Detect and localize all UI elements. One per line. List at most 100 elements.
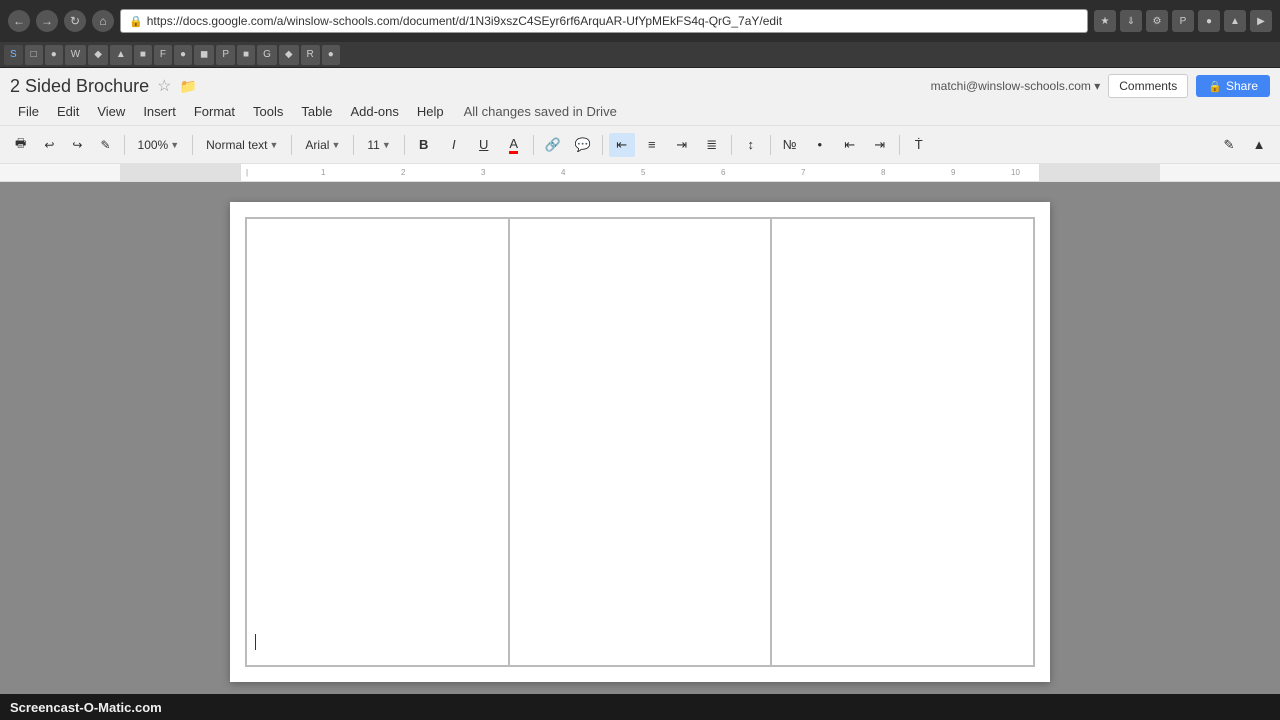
ruler-mark-6: 6 bbox=[721, 168, 725, 177]
bottom-bar: Screencast-O-Matic.com bbox=[0, 694, 1280, 720]
menu-format[interactable]: Format bbox=[186, 100, 243, 123]
ext-item-16[interactable]: ● bbox=[322, 45, 340, 65]
bullet-list-button[interactable]: • bbox=[807, 133, 833, 157]
text-color-button[interactable]: A bbox=[501, 133, 527, 157]
star-icon[interactable]: ☆ bbox=[157, 76, 171, 96]
zoom-select[interactable]: 100% ▼ bbox=[131, 134, 187, 156]
more-tools-icon: ▲ bbox=[1253, 137, 1266, 152]
folder-icon[interactable]: 📁 bbox=[179, 78, 196, 95]
ext-item-6[interactable]: ▲ bbox=[110, 45, 132, 65]
ruler-mark-8: 8 bbox=[881, 168, 885, 177]
ext-item-8[interactable]: F bbox=[154, 45, 172, 65]
ext-item-14[interactable]: ◆ bbox=[279, 45, 299, 65]
bold-button[interactable]: B bbox=[411, 133, 437, 157]
branding-text: Screencast-O-Matic.com bbox=[10, 700, 162, 715]
clear-format-button[interactable]: Ṫ bbox=[906, 133, 932, 157]
separator-1 bbox=[124, 135, 125, 155]
ext-item-15[interactable]: R bbox=[301, 45, 320, 65]
table-cell-2[interactable] bbox=[509, 218, 772, 666]
ruler-mark-5: 5 bbox=[641, 168, 645, 177]
insert-comment-button[interactable]: 💬 bbox=[570, 133, 596, 157]
ext-item-10[interactable]: ◼ bbox=[194, 45, 214, 65]
zoom-value: 100% bbox=[138, 138, 169, 152]
align-right-button[interactable]: ⇥ bbox=[669, 133, 695, 157]
increase-indent-button[interactable]: ⇥ bbox=[867, 133, 893, 157]
decrease-indent-button[interactable]: ⇤ bbox=[837, 133, 863, 157]
ruler-left-margin bbox=[120, 164, 240, 181]
downloads-icon[interactable]: ⇓ bbox=[1120, 10, 1142, 32]
align-center-button[interactable]: ≡ bbox=[639, 133, 665, 157]
underline-button[interactable]: U bbox=[471, 133, 497, 157]
font-size-dropdown-arrow: ▼ bbox=[382, 140, 391, 150]
ext-item-11[interactable]: P bbox=[216, 45, 235, 65]
pen-tool-button[interactable]: ✎ bbox=[1216, 133, 1242, 157]
home-button[interactable]: ⌂ bbox=[92, 10, 114, 32]
ext-item-7[interactable]: ■ bbox=[134, 45, 152, 65]
table-cell-3[interactable] bbox=[771, 218, 1034, 666]
extension4-icon[interactable]: ▶ bbox=[1250, 10, 1272, 32]
ext-item-13[interactable]: G bbox=[257, 45, 277, 65]
ext-item-9[interactable]: ● bbox=[174, 45, 192, 65]
ext-item-12[interactable]: ■ bbox=[237, 45, 255, 65]
more-tools-button[interactable]: ▲ bbox=[1246, 133, 1272, 157]
style-select[interactable]: Normal text ▼ bbox=[199, 134, 285, 156]
menu-edit[interactable]: Edit bbox=[49, 100, 87, 123]
insert-link-button[interactable]: 🔗 bbox=[540, 133, 566, 157]
line-spacing-icon: ↕ bbox=[748, 137, 755, 152]
share-label: Share bbox=[1226, 79, 1258, 93]
settings-icon[interactable]: ⚙ bbox=[1146, 10, 1168, 32]
ext-item-4[interactable]: W bbox=[65, 45, 86, 65]
decrease-indent-icon: ⇤ bbox=[844, 137, 855, 153]
extension2-icon[interactable]: ● bbox=[1198, 10, 1220, 32]
redo-button[interactable]: ↪ bbox=[65, 134, 89, 156]
menu-help[interactable]: Help bbox=[409, 100, 452, 123]
font-size-select[interactable]: 11 ▼ bbox=[360, 134, 397, 156]
forward-button[interactable]: → bbox=[36, 10, 58, 32]
menu-view[interactable]: View bbox=[89, 100, 133, 123]
print-button[interactable]: 🖶 bbox=[8, 130, 33, 159]
browser-nav-bar: ← → ↻ ⌂ 🔒 https://docs.google.com/a/wins… bbox=[0, 0, 1280, 42]
menu-tools[interactable]: Tools bbox=[245, 100, 291, 123]
menu-add-ons[interactable]: Add-ons bbox=[342, 100, 406, 123]
share-button[interactable]: 🔒 Share bbox=[1196, 75, 1270, 97]
print-icon: 🖶 bbox=[15, 134, 26, 155]
align-left-button[interactable]: ⇤ bbox=[609, 133, 635, 157]
ruler: | 1 2 3 4 5 6 7 8 9 10 bbox=[0, 164, 1280, 182]
ruler-right-margin bbox=[1040, 164, 1160, 181]
title-right-area: matchi@winslow-schools.com ▾ Comments 🔒 … bbox=[931, 74, 1270, 98]
font-select[interactable]: Arial ▼ bbox=[298, 134, 347, 156]
ruler-content[interactable]: | 1 2 3 4 5 6 7 8 9 10 bbox=[240, 164, 1040, 181]
ext-item-1[interactable]: S bbox=[4, 45, 23, 65]
paint-format-button[interactable]: ✎ bbox=[93, 134, 117, 156]
document-table[interactable] bbox=[245, 217, 1035, 667]
line-spacing-button[interactable]: ↕ bbox=[738, 133, 764, 157]
comments-button[interactable]: Comments bbox=[1108, 74, 1188, 98]
extension1-icon[interactable]: P bbox=[1172, 10, 1194, 32]
redo-icon: ↪ bbox=[72, 138, 82, 152]
separator-8 bbox=[731, 135, 732, 155]
document-area[interactable] bbox=[0, 182, 1280, 694]
style-dropdown-arrow: ▼ bbox=[270, 140, 279, 150]
address-bar[interactable]: 🔒 https://docs.google.com/a/winslow-scho… bbox=[120, 9, 1088, 33]
ext-item-3[interactable]: ● bbox=[45, 45, 63, 65]
ext-item-2[interactable]: □ bbox=[25, 45, 43, 65]
menu-file[interactable]: File bbox=[10, 100, 47, 123]
align-justify-button[interactable]: ≣ bbox=[699, 133, 725, 157]
menu-table[interactable]: Table bbox=[293, 100, 340, 123]
ext-item-5[interactable]: ◆ bbox=[88, 45, 108, 65]
text-color-icon: A bbox=[509, 136, 518, 154]
share-lock-icon: 🔒 bbox=[1208, 80, 1222, 93]
table-cell-1[interactable] bbox=[246, 218, 509, 666]
italic-button[interactable]: I bbox=[441, 133, 467, 157]
clear-format-icon: Ṫ bbox=[915, 137, 923, 152]
user-email[interactable]: matchi@winslow-schools.com ▾ bbox=[931, 79, 1101, 93]
document-page[interactable] bbox=[230, 202, 1050, 682]
numbered-list-button[interactable]: № bbox=[777, 133, 803, 157]
back-button[interactable]: ← bbox=[8, 10, 30, 32]
refresh-button[interactable]: ↻ bbox=[64, 10, 86, 32]
undo-icon: ↩ bbox=[44, 138, 54, 152]
undo-button[interactable]: ↩ bbox=[37, 134, 61, 156]
bookmark-star-icon[interactable]: ★ bbox=[1094, 10, 1116, 32]
menu-insert[interactable]: Insert bbox=[135, 100, 184, 123]
extension3-icon[interactable]: ▲ bbox=[1224, 10, 1246, 32]
